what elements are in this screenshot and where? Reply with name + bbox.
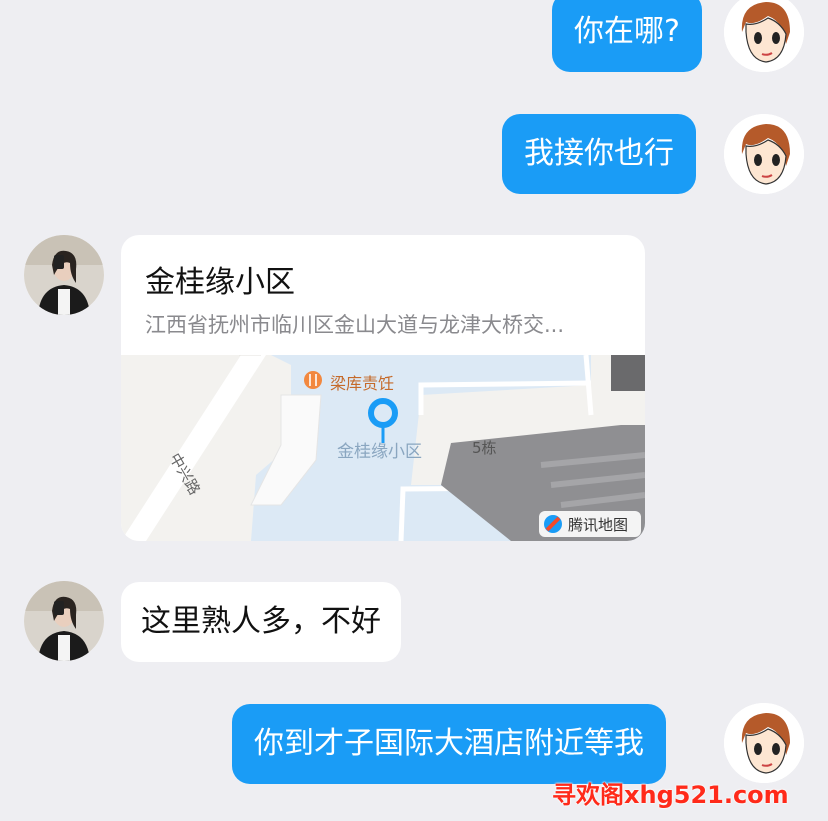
cartoon-avatar-icon [724,0,804,72]
cartoon-avatar-icon [724,703,804,783]
poi-restaurant-label: 梁库责饪 [330,374,395,393]
avatar-other[interactable] [24,235,104,315]
avatar-other[interactable] [24,581,104,661]
watermark-text: 寻欢阁xhg521.com [552,781,789,809]
map-pin-label: 金桂缘小区 [337,442,422,462]
location-address: 江西省抚州市临川区金山大道与龙津大桥交... [145,313,565,337]
location-name: 金桂缘小区 [145,265,295,300]
message-bubble-incoming[interactable]: 这里熟人多，不好 [121,582,401,662]
profile-photo-icon [24,235,104,315]
map-preview[interactable]: 梁库责饪 金桂缘小区 5栋 中兴路 腾讯地图 [121,354,645,541]
message-bubble-outgoing[interactable]: 我接你也行 [502,114,696,194]
avatar-me[interactable] [724,0,804,72]
message-bubble-outgoing[interactable]: 你到才子国际大酒店附近等我 [232,704,666,784]
avatar-me[interactable] [724,703,804,783]
avatar-me[interactable] [724,114,804,194]
profile-photo-icon [24,581,104,661]
location-card[interactable]: 金桂缘小区 江西省抚州市临川区金山大道与龙津大桥交... 梁库责饪 金桂缘小区 … [121,235,645,541]
message-bubble-outgoing[interactable]: 你在哪? [552,0,702,72]
map-provider-label: 腾讯地图 [568,516,629,534]
cartoon-avatar-icon [724,114,804,194]
building-label: 5栋 [472,439,497,457]
